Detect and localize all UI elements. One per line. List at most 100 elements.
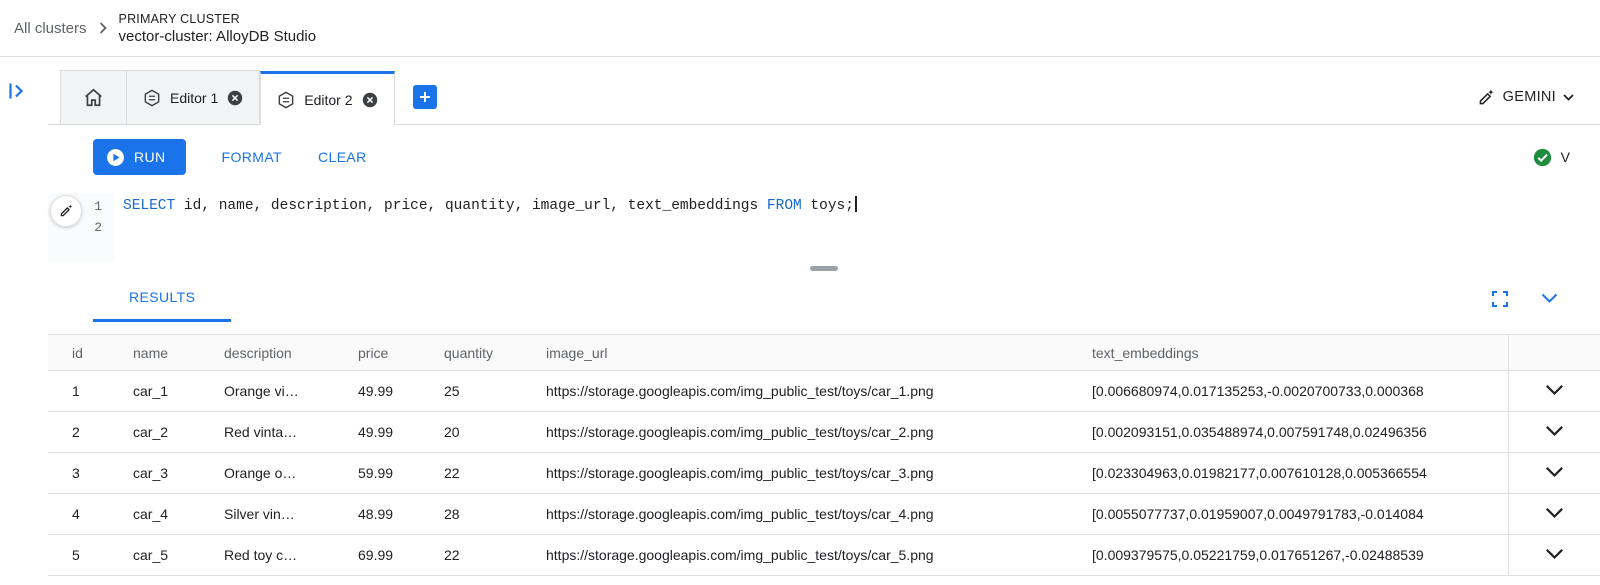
chevron-down-icon: [1563, 94, 1574, 101]
results-table: idnamedescriptionpricequantityimage_urlt…: [48, 334, 1600, 576]
sql-keyword-select: SELECT: [123, 198, 175, 214]
table-row: 4car_4Silver vin…48.9928https://storage.…: [48, 494, 1600, 535]
tab-editor-1-label: Editor 1: [170, 90, 218, 106]
cell-id: 4: [48, 494, 133, 535]
row-expand-chevron-icon[interactable]: [1508, 371, 1600, 412]
fullscreen-icon[interactable]: [1491, 290, 1509, 308]
cell-text_embeddings: [0.006680974,0.017135253,-0.0020700733,0…: [1092, 371, 1508, 412]
cell-quantity: 22: [444, 453, 546, 494]
column-header-price: price: [358, 335, 444, 371]
column-header-id: id: [48, 335, 133, 371]
sql-code-area[interactable]: SELECT id, name, description, price, qua…: [115, 193, 1600, 261]
editor-gutter: 1 2: [48, 193, 115, 261]
gemini-edit-button[interactable]: [50, 195, 82, 227]
query-valid-status: V: [1533, 148, 1570, 167]
cell-image_url: https://storage.googleapis.com/img_publi…: [546, 453, 1092, 494]
valid-status-label: V: [1561, 149, 1570, 165]
format-button[interactable]: FORMAT: [222, 149, 282, 165]
tab-editor-2[interactable]: Editor 2: [260, 71, 394, 125]
cell-price: 69.99: [358, 535, 444, 576]
cell-price: 48.99: [358, 494, 444, 535]
cell-text_embeddings: [0.0055077737,0.01959007,0.0049791783,-0…: [1092, 494, 1508, 535]
expand-column-header: [1508, 335, 1600, 371]
results-bar: RESULTS: [48, 275, 1600, 322]
sql-columns: id, name, description, price, quantity, …: [175, 198, 767, 214]
close-icon[interactable]: [362, 92, 378, 108]
cell-quantity: 22: [444, 535, 546, 576]
expand-panel-icon[interactable]: [8, 79, 34, 103]
sql-editor: 1 2 SELECT id, name, description, price,…: [48, 189, 1600, 261]
results-table-body: 1car_1Orange vi…49.9925https://storage.g…: [48, 371, 1600, 576]
play-circle-icon: [106, 148, 125, 167]
workspace: Editor 1 Editor 2: [0, 57, 1600, 584]
gemini-label: GEMINI: [1503, 89, 1556, 105]
column-header-image_url: image_url: [546, 335, 1092, 371]
cell-name: car_1: [133, 371, 224, 412]
studio-main: Editor 1 Editor 2: [48, 57, 1600, 584]
column-header-name: name: [133, 335, 224, 371]
breadcrumb-all-clusters[interactable]: All clusters: [14, 20, 87, 37]
cell-description: Red vinta…: [224, 412, 358, 453]
row-expand-chevron-icon[interactable]: [1508, 535, 1600, 576]
column-header-quantity: quantity: [444, 335, 546, 371]
cell-price: 49.99: [358, 412, 444, 453]
run-button[interactable]: RUN: [93, 139, 186, 175]
cell-text_embeddings: [0.002093151,0.035488974,0.007591748,0.0…: [1092, 412, 1508, 453]
row-expand-chevron-icon[interactable]: [1508, 494, 1600, 535]
sql-line-1: SELECT id, name, description, price, qua…: [123, 196, 1600, 217]
table-row: 1car_1Orange vi…49.9925https://storage.g…: [48, 371, 1600, 412]
database-icon: [277, 91, 295, 109]
cell-description: Silver vin…: [224, 494, 358, 535]
column-header-description: description: [224, 335, 358, 371]
cluster-kicker: PRIMARY CLUSTER: [119, 11, 317, 27]
table-row: 2car_2Red vinta…49.9920https://storage.g…: [48, 412, 1600, 453]
table-row: 3car_3Orange o…59.9922https://storage.go…: [48, 453, 1600, 494]
query-toolbar: RUN FORMAT CLEAR V: [48, 125, 1600, 189]
results-actions: [1491, 275, 1558, 322]
row-expand-chevron-icon[interactable]: [1508, 412, 1600, 453]
sql-table: toys;: [802, 198, 854, 214]
results-header-row: idnamedescriptionpricequantityimage_urlt…: [48, 335, 1600, 371]
tab-editor-1[interactable]: Editor 1: [127, 70, 260, 124]
check-circle-icon: [1533, 148, 1552, 167]
home-icon: [83, 88, 104, 107]
sql-keyword-from: FROM: [767, 198, 802, 214]
database-icon: [143, 89, 161, 107]
clear-button[interactable]: CLEAR: [318, 149, 367, 165]
add-tab-wrap: [413, 70, 437, 124]
gemini-pen-sparkle-icon: [1477, 88, 1496, 107]
cell-description: Orange vi…: [224, 371, 358, 412]
page-title: vector-cluster: AlloyDB Studio: [119, 27, 317, 46]
splitter-drag-handle[interactable]: [810, 266, 838, 271]
tab-results[interactable]: RESULTS: [93, 275, 231, 322]
cell-id: 3: [48, 453, 133, 494]
cell-image_url: https://storage.googleapis.com/img_publi…: [546, 371, 1092, 412]
cell-name: car_2: [133, 412, 224, 453]
cell-id: 2: [48, 412, 133, 453]
cell-quantity: 28: [444, 494, 546, 535]
cell-quantity: 25: [444, 371, 546, 412]
cell-description: Orange o…: [224, 453, 358, 494]
column-header-text_embeddings: text_embeddings: [1092, 335, 1508, 371]
cell-price: 59.99: [358, 453, 444, 494]
cell-id: 5: [48, 535, 133, 576]
cell-text_embeddings: [0.009379575,0.05221759,0.017651267,-0.0…: [1092, 535, 1508, 576]
cell-image_url: https://storage.googleapis.com/img_publi…: [546, 494, 1092, 535]
chevron-right-icon: [99, 22, 107, 34]
gemini-button[interactable]: GEMINI: [1477, 88, 1574, 107]
cell-name: car_3: [133, 453, 224, 494]
tab-home[interactable]: [60, 70, 127, 124]
row-expand-chevron-icon[interactable]: [1508, 453, 1600, 494]
run-button-label: RUN: [134, 149, 166, 165]
breadcrumb: All clusters PRIMARY CLUSTER vector-clus…: [0, 0, 1600, 57]
add-editor-tab-button[interactable]: [413, 85, 437, 109]
cell-description: Red toy c…: [224, 535, 358, 576]
text-cursor: [855, 196, 857, 212]
gemini-wrap: GEMINI: [1477, 70, 1574, 124]
cell-name: car_4: [133, 494, 224, 535]
cell-id: 1: [48, 371, 133, 412]
close-icon[interactable]: [227, 90, 243, 106]
editor-results-splitter: [48, 261, 1600, 275]
collapse-results-chevron-icon[interactable]: [1541, 293, 1558, 304]
breadcrumb-current: PRIMARY CLUSTER vector-cluster: AlloyDB …: [119, 11, 317, 46]
